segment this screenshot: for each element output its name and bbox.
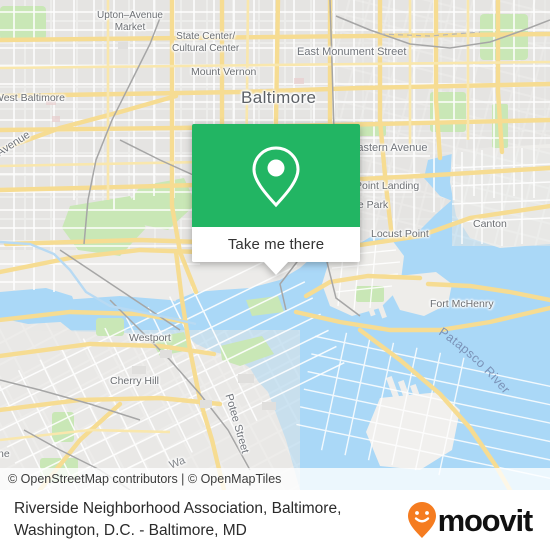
moovit-pin-smiley-icon [407,502,436,538]
map-page: Upton–Avenue Market State Center/ Cultur… [0,0,550,550]
map-viewport[interactable]: Upton–Avenue Market State Center/ Cultur… [0,0,550,490]
attribution-text[interactable]: © OpenStreetMap contributors | © OpenMap… [0,472,281,486]
map-attribution-bar: © OpenStreetMap contributors | © OpenMap… [0,468,550,490]
callout-header [192,124,360,227]
page-title: Riverside Neighborhood Association, Balt… [14,500,342,539]
moovit-wordmark: moovit [437,502,534,538]
take-me-there-button[interactable]: Take me there [228,236,324,253]
callout-body: Take me there [192,124,360,262]
page-footer: Riverside Neighborhood Association, Balt… [0,490,550,550]
moovit-logo[interactable]: moovit [407,501,536,539]
map-pin-icon [252,145,300,207]
callout-footer[interactable]: Take me there [192,227,360,262]
location-callout[interactable]: Take me there [192,124,360,275]
